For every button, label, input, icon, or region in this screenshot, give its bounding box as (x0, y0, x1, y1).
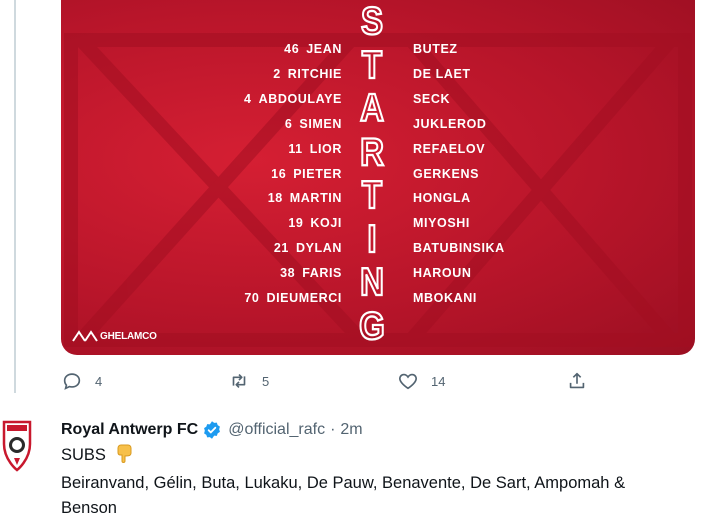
like-count: 14 (431, 373, 446, 389)
reply-button[interactable]: 4 (61, 370, 102, 392)
subs-label: SUBS (61, 446, 106, 464)
starting-letter: S (360, 0, 384, 43)
heart-icon (399, 373, 417, 390)
tweet-line-subs: SUBS (61, 443, 701, 471)
player-first-name: PIETER (293, 166, 342, 181)
player-first-name: RITCHIE (287, 66, 342, 81)
retweet-button[interactable]: 5 (228, 370, 269, 392)
player-first-name-cell: 19 KOJI (288, 216, 342, 230)
starting-letter: I (366, 215, 377, 261)
player-first-name: DIEUMERCI (266, 291, 342, 305)
player-last-name: SECK (413, 91, 451, 106)
player-first-name: KOJI (310, 216, 342, 231)
player-number: 4 (244, 91, 252, 106)
tweet-text: SUBS Beiranvand, Gélin, Buta, Lukaku, De… (61, 443, 701, 521)
player-last-name: BUTEZ (413, 42, 458, 56)
player-first-name-cell: 6 SIMEN (285, 117, 342, 131)
player-number: 11 (288, 141, 303, 156)
player-number: 38 (280, 266, 296, 281)
player-first-name-cell: 46 JEAN (284, 42, 342, 56)
header-separator: · (330, 421, 336, 438)
player-number: 6 (284, 116, 293, 131)
ghelamco-icon (72, 330, 98, 342)
player-last-name: JUKLEROD (413, 116, 487, 131)
player-number: 18 (267, 191, 283, 206)
player-first-name-cell: 38 FARIS (280, 266, 342, 280)
player-number: 70 (244, 291, 260, 305)
player-last-name: BATUBINSIKA (413, 241, 505, 256)
starting-title: STARTING (351, 0, 393, 355)
player-first-name-cell: 16 PIETER (271, 167, 342, 181)
player-first-name: FARIS (302, 266, 342, 281)
reply-count: 4 (95, 373, 103, 389)
pointing-down-emoji-icon (115, 443, 133, 471)
lineup-image[interactable]: 46 JEAN BUTEZ 2 RITCHIE DE LAET 4 ABDOULAYE SECK… (61, 0, 695, 355)
reply-icon (63, 373, 81, 390)
player-first-name: LIOR (309, 141, 342, 156)
player-last-name: MBOKANI (413, 291, 477, 305)
player-last-name: HONGLA (413, 191, 471, 206)
player-number: 2 (273, 66, 281, 81)
player-first-name-cell: 11 LIOR (288, 142, 342, 156)
starting-letter: N (359, 258, 385, 304)
player-first-name-cell: 2 RITCHIE (273, 67, 342, 81)
tweet-actions: 4 5 14 (0, 370, 706, 396)
player-number: 46 (284, 42, 300, 56)
player-first-name-cell: 70 DIEUMERCI (244, 291, 342, 305)
verified-badge-icon (204, 421, 221, 439)
player-first-name-cell: 4 ABDOULAYE (244, 92, 342, 106)
player-first-name-cell: 18 MARTIN (268, 191, 342, 205)
share-icon (569, 372, 585, 389)
starting-letter: R (359, 128, 385, 174)
player-last-name: HAROUN (413, 266, 472, 281)
player-last-name: MIYOSHI (413, 216, 470, 231)
player-last-name: DE LAET (413, 66, 471, 81)
player-last-name: GERKENS (413, 166, 480, 181)
share-button[interactable] (566, 370, 588, 392)
player-number: 19 (288, 216, 304, 231)
avatar[interactable] (0, 418, 34, 474)
player-first-name: SIMEN (299, 116, 342, 131)
tweet-line-subs-names: Beiranvand, Gélin, Buta, Lukaku, De Pauw… (61, 474, 626, 492)
tweet-timestamp[interactable]: 2m (340, 421, 362, 439)
starting-letter: G (358, 302, 386, 348)
player-first-name-cell: 21 DYLAN (274, 241, 342, 255)
thread-connector-line (14, 0, 16, 393)
like-button[interactable]: 14 (397, 370, 445, 392)
tweet-royal-antwerp[interactable]: Royal Antwerp FC @official_rafc · 2m SUB… (61, 420, 701, 521)
starting-letter: T (361, 41, 383, 87)
retweet-icon (232, 373, 246, 389)
starting-letter: T (361, 171, 383, 217)
player-number: 16 (271, 166, 287, 181)
player-first-name: JEAN (306, 42, 342, 56)
author-name[interactable]: Royal Antwerp FC (61, 421, 198, 439)
retweet-count: 5 (262, 373, 270, 389)
player-number: 21 (273, 241, 289, 256)
tweet-line-subs-names-cont: Benson (61, 499, 117, 517)
sponsor-name: GHELAMCO (100, 330, 157, 342)
player-first-name: ABDOULAYE (258, 91, 342, 106)
player-first-name: MARTIN (289, 191, 342, 206)
starting-letter: A (359, 84, 385, 130)
sponsor-logo: GHELAMCO (72, 330, 157, 342)
player-first-name: DYLAN (295, 241, 342, 256)
author-handle[interactable]: @official_rafc (228, 421, 325, 439)
player-last-name: REFAELOV (413, 141, 486, 156)
tweet-header: Royal Antwerp FC @official_rafc · 2m (61, 420, 701, 440)
